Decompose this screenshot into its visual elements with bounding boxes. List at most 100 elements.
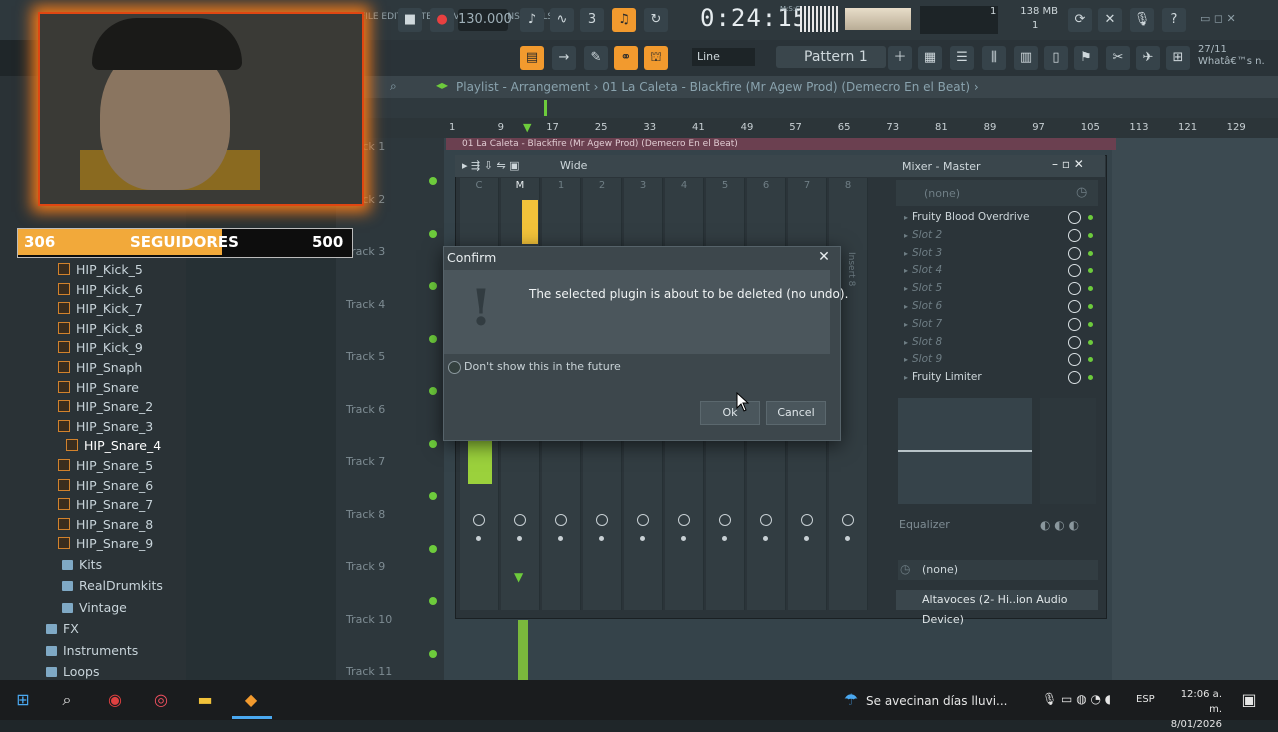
slot-enable-led[interactable] (1088, 321, 1093, 327)
slot-mix-knob[interactable] (1068, 264, 1081, 278)
slot-enable-led[interactable] (1088, 215, 1093, 220)
strip-pan-knob[interactable] (514, 514, 526, 526)
track-label[interactable]: Track 7 (346, 455, 385, 468)
slot-mix-knob[interactable] (1068, 300, 1081, 313)
tempo-display[interactable]: 130.000 (458, 9, 512, 31)
browser-folder-item[interactable]: Vintage (62, 600, 127, 615)
slot-enable-led[interactable] (1088, 339, 1093, 345)
playlist-arrow-icon[interactable]: ◂▸ (436, 78, 448, 92)
fl-studio-icon[interactable]: ◆ (240, 689, 262, 711)
refresh-icon[interactable]: ⟳ (1068, 8, 1092, 32)
weather-text[interactable]: Se avecinan días lluvi... (866, 694, 1008, 708)
strip-send-led[interactable] (558, 536, 563, 541)
file-explorer-icon[interactable]: ▬ (194, 689, 216, 711)
pattern-selector[interactable]: Pattern 1 (776, 46, 886, 68)
slot-mix-knob[interactable] (1068, 282, 1081, 296)
slot-enable-led[interactable] (1088, 304, 1093, 309)
step-edit-icon[interactable]: ♫ (612, 8, 636, 32)
track-label[interactable]: Track 4 (346, 298, 385, 311)
track-enable-led[interactable] (429, 387, 437, 395)
browser-file-item[interactable]: HIP_Snare_2 (58, 397, 153, 416)
effect-slot[interactable]: ▸ Fruity Limiter (904, 369, 1093, 386)
browser-folder-item[interactable]: Instruments (46, 643, 138, 658)
effect-slot[interactable]: ▸ Slot 6 (904, 298, 1093, 315)
track-enable-led[interactable] (429, 544, 437, 553)
strip-pan-knob[interactable] (719, 514, 731, 526)
strip-send-led[interactable] (722, 536, 727, 541)
track-enable-led[interactable] (429, 334, 437, 343)
audio-device-selector[interactable]: Altavoces (2- Hi..ion Audio Device) (896, 590, 1098, 626)
song-position-marker[interactable] (544, 100, 547, 116)
track-label[interactable]: Track 9 (346, 560, 385, 573)
slot-enable-led[interactable] (1088, 250, 1093, 256)
pencil-icon[interactable]: ✎ (584, 46, 608, 70)
browser-file-item[interactable]: HIP_Kick_7 (58, 299, 143, 318)
track-enable-led[interactable] (429, 649, 437, 658)
mixer-titlebar[interactable] (455, 155, 1105, 177)
slot-mix-knob[interactable] (1068, 353, 1081, 367)
slot-mix-knob[interactable] (1068, 246, 1081, 260)
cancel-button[interactable]: Cancel (766, 401, 826, 425)
windows-start-icon[interactable]: ⊞ (12, 689, 34, 711)
browser-file-item[interactable]: HIP_Kick_9 (58, 338, 143, 357)
channel-rack-icon[interactable]: ☰ (950, 46, 974, 70)
window-controls[interactable]: ▭ ◻ ✕ (1200, 12, 1236, 25)
track-label[interactable]: Track 5 (346, 350, 385, 363)
browser-file-item[interactable]: HIP_Snare_7 (58, 495, 153, 514)
browser-file-item[interactable]: HIP_Kick_5 (58, 260, 143, 279)
tools-icon[interactable]: ✕ (1098, 8, 1122, 32)
notifications-icon[interactable]: ▣ (1238, 689, 1260, 711)
snap-select[interactable]: Line (692, 48, 755, 66)
strip-send-led[interactable] (681, 536, 686, 541)
track-label[interactable]: Track 11 (346, 665, 392, 678)
plugin-icon[interactable]: ⚑ (1074, 46, 1098, 70)
loop-record-icon[interactable]: ↻ (644, 8, 668, 32)
clock-icon[interactable]: ◷ (1076, 185, 1087, 200)
slot-faders[interactable] (1040, 398, 1096, 504)
strip-send-led[interactable] (763, 536, 768, 541)
browser-file-item[interactable]: HIP_Snare_5 (58, 456, 153, 475)
weather-icon[interactable]: ☂ (840, 689, 862, 711)
metronome-icon[interactable]: ♪ (520, 8, 544, 32)
mixer-icon[interactable]: ⫼ (982, 46, 1006, 70)
link-icon[interactable]: ⚭ (614, 46, 638, 70)
effect-slot[interactable]: ▸ Slot 7 (904, 316, 1093, 333)
arrow-icon[interactable]: → (552, 46, 576, 70)
browser-folder-item[interactable]: Loops (46, 664, 100, 679)
track-label[interactable]: Track 8 (346, 508, 385, 521)
ok-button[interactable]: Ok (700, 401, 760, 425)
browser-file-item[interactable]: HIP_Snare_9 (58, 534, 153, 553)
browser-folder-item[interactable]: RealDrumkits (62, 578, 163, 593)
slot-mix-knob[interactable] (1068, 317, 1081, 331)
slot-enable-led[interactable] (1088, 232, 1093, 238)
strip-pan-knob[interactable] (842, 514, 854, 526)
dialog-close-icon[interactable]: ✕ (816, 249, 832, 265)
strip-pan-knob[interactable] (473, 514, 485, 526)
playhead-icon[interactable]: ▼ (523, 121, 531, 134)
news-panel[interactable]: 27/11 Whatâ€™s n. (1198, 44, 1265, 68)
effect-slot[interactable]: ▸ Slot 5 (904, 280, 1093, 297)
slot-mix-knob[interactable] (1068, 371, 1081, 385)
slot-mix-knob[interactable] (1068, 335, 1081, 349)
strip-send-led[interactable] (599, 536, 604, 541)
strip-send-led[interactable] (640, 536, 645, 541)
track-enable-led[interactable] (429, 492, 437, 500)
stamp-icon[interactable]: ⛫ (644, 46, 668, 70)
help-icon[interactable]: ? (1162, 8, 1186, 32)
mixer-view-mode[interactable]: Wide (560, 159, 587, 172)
strip-pan-knob[interactable] (760, 514, 772, 526)
browser-file-item[interactable]: HIP_Snare (58, 378, 139, 397)
tray-icons[interactable]: 🎙 ▭ ◍ ◔ ◖ (1042, 692, 1111, 706)
master-volume-meter[interactable] (845, 8, 911, 30)
taskbar-clock[interactable]: 12:06 a. m. 8/01/2026 (1170, 687, 1222, 732)
browser-folder-item[interactable]: Kits (62, 557, 102, 572)
strip-send-led[interactable] (476, 536, 481, 541)
slot-mix-knob[interactable] (1068, 228, 1081, 242)
slot-mix-knob[interactable] (1068, 211, 1081, 224)
search-icon[interactable]: ⌕ (390, 79, 397, 94)
effect-slot[interactable]: ▸ Slot 3 (904, 245, 1093, 262)
browser-file-item[interactable]: HIP_Snare_6 (58, 476, 153, 495)
output-preset[interactable]: (none) (922, 563, 958, 576)
stop-button[interactable]: ■ (398, 8, 422, 32)
mixer-window-controls[interactable]: – ▫ ✕ (1052, 157, 1084, 171)
